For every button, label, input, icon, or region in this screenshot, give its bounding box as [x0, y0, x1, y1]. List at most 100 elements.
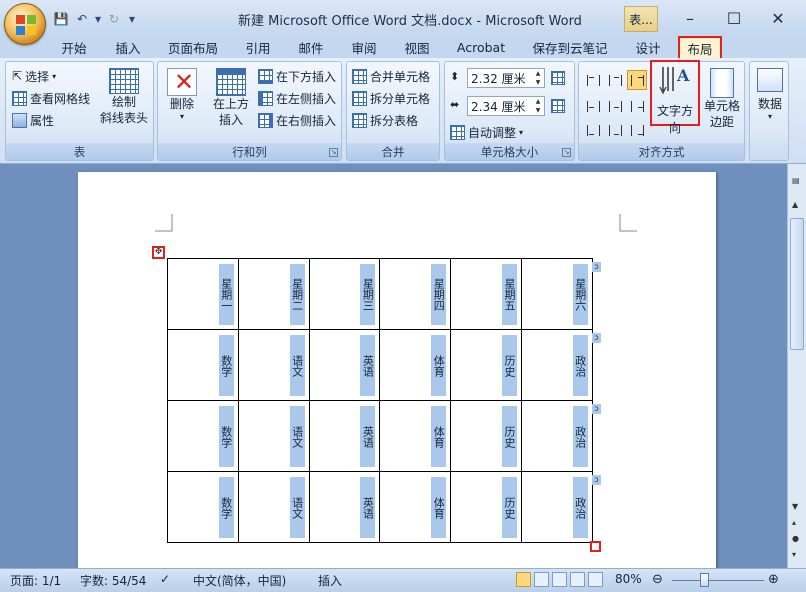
split-table-button[interactable]: 拆分表格 [352, 110, 418, 130]
table-cell[interactable]: 体育 [379, 400, 452, 472]
zoom-in-icon[interactable]: ⊕ [768, 572, 779, 587]
tab-save-to-cloud[interactable]: 保存到云笔记 [528, 37, 612, 58]
web-layout-view-icon[interactable] [552, 572, 567, 587]
insert-above-button[interactable]: 在上方 插入 [210, 68, 252, 128]
insert-right-button[interactable]: 在右侧插入 [258, 110, 336, 130]
zoom-slider-thumb[interactable] [700, 573, 709, 587]
draft-view-icon[interactable] [588, 572, 603, 587]
full-screen-reading-view-icon[interactable] [534, 572, 549, 587]
tab-review[interactable]: 审阅 [342, 37, 386, 58]
scroll-up-arrow-icon[interactable]: ▲ [792, 200, 798, 209]
office-button[interactable] [4, 3, 46, 45]
table-cell[interactable]: 历史 [450, 400, 522, 472]
zoom-level[interactable]: 80% [615, 572, 642, 586]
align-top-right-icon[interactable] [627, 70, 647, 90]
table-cell[interactable]: 星期二 [237, 258, 310, 330]
tab-layout[interactable]: 布局 [678, 36, 722, 58]
maximize-button[interactable]: ☐ [712, 6, 756, 30]
tab-home[interactable]: 开始 [52, 37, 96, 58]
view-gridlines-button[interactable]: 查看网格线 [12, 88, 90, 108]
table-cell[interactable]: 数学 [167, 400, 239, 472]
align-top-left-icon[interactable] [583, 70, 603, 90]
split-cells-button[interactable]: 拆分单元格 [352, 88, 430, 108]
autofit-button[interactable]: 自动调整 ▾ [450, 122, 523, 142]
dialog-launcher-icon[interactable]: ↘ [562, 148, 571, 157]
save-icon[interactable]: 💾 [52, 10, 70, 28]
distribute-columns-icon[interactable] [551, 99, 565, 113]
print-layout-view-icon[interactable] [516, 572, 531, 587]
tab-mailings[interactable]: 邮件 [289, 37, 333, 58]
table-cell[interactable]: 数学 [167, 471, 239, 543]
minimize-button[interactable]: – [668, 6, 712, 30]
align-bottom-left-icon[interactable] [583, 120, 603, 140]
align-middle-left-icon[interactable] [583, 96, 603, 116]
page[interactable]: ✥ 星期一 星期二 星期三 星期四 星期五 星期六 数学 语文 英语 体育 历史… [78, 172, 716, 568]
customize-qat-icon[interactable]: ▾ [126, 10, 138, 28]
row-height-input[interactable]: 2.32 厘米 ▲ ▼ [467, 68, 545, 88]
previous-page-icon[interactable]: ▴ [792, 518, 796, 527]
table-cell[interactable]: 历史 [450, 471, 522, 543]
text-direction-button[interactable]: A 文字方向 [650, 60, 700, 135]
page-count[interactable]: 页面: 1/1 [10, 572, 61, 589]
data-button[interactable]: 数据 ▾ [752, 68, 788, 121]
outline-view-icon[interactable] [570, 572, 585, 587]
table-cell[interactable]: 语文 [237, 400, 310, 472]
zoom-slider[interactable] [672, 580, 764, 581]
select-button[interactable]: ⇱ 选择 ▾ [12, 66, 56, 86]
table-cell[interactable]: 体育 [379, 329, 452, 401]
column-width-input[interactable]: 2.34 厘米 ▲ ▼ [467, 96, 545, 116]
tab-design[interactable]: 设计 [628, 37, 668, 58]
table-cell[interactable]: 星期四 [379, 258, 452, 330]
table-cell[interactable]: 历史 [450, 329, 522, 401]
close-button[interactable]: ✕ [756, 6, 800, 30]
table-cell[interactable]: 数学 [167, 329, 239, 401]
insert-mode-status[interactable]: 插入 [318, 572, 342, 589]
table-cell[interactable]: 星期三 [308, 258, 381, 330]
spin-arrows-icon[interactable]: ▲ ▼ [532, 69, 544, 87]
draw-diagonal-header-button[interactable]: 绘制 斜线表头 [98, 68, 150, 126]
delete-button[interactable]: ✕ 删除 ▾ [164, 68, 200, 121]
tab-insert[interactable]: 插入 [106, 37, 150, 58]
next-page-icon[interactable]: ▾ [792, 550, 796, 559]
undo-icon[interactable]: ↶ [73, 10, 91, 28]
align-bottom-center-icon[interactable] [605, 120, 625, 140]
table-move-handle-icon[interactable]: ✥ [152, 246, 165, 259]
table-cell[interactable]: 政治 [520, 400, 593, 472]
table-cell[interactable]: 语文 [237, 329, 310, 401]
insert-left-button[interactable]: 在左侧插入 [258, 88, 336, 108]
redo-icon[interactable]: ↻ [105, 10, 123, 28]
cell-margins-button[interactable]: 单元格 边距 [701, 68, 743, 130]
tab-acrobat[interactable]: Acrobat [451, 37, 511, 58]
table-cell[interactable]: 星期五 [450, 258, 522, 330]
scroll-down-arrow-icon[interactable]: ▼ [792, 502, 798, 511]
undo-dropdown-icon[interactable]: ▾ [94, 10, 102, 28]
align-top-center-icon[interactable] [605, 70, 625, 90]
table-cell[interactable]: 语文 [237, 471, 310, 543]
table-cell[interactable]: 英语 [308, 400, 381, 472]
distribute-rows-icon[interactable] [551, 71, 565, 85]
properties-button[interactable]: 属性 [12, 110, 54, 130]
insert-below-button[interactable]: 在下方插入 [258, 66, 336, 86]
merge-cells-button[interactable]: 合并单元格 [352, 66, 430, 86]
scroll-thumb[interactable] [790, 218, 804, 350]
table-cell[interactable]: 政治 [520, 471, 593, 543]
vertical-scrollbar[interactable]: ▤ ▲ ▼ ▴ ● ▾ [787, 164, 806, 568]
table-cell[interactable]: 星期六 [520, 258, 593, 330]
table-resize-handle-icon[interactable] [590, 541, 601, 552]
table-cell[interactable]: 英语 [308, 329, 381, 401]
proofing-icon[interactable]: ✓ [160, 572, 170, 586]
table-cell[interactable]: 星期一 [167, 258, 239, 330]
word-count[interactable]: 字数: 54/54 [80, 572, 146, 589]
align-middle-center-icon[interactable] [605, 96, 625, 116]
align-bottom-right-icon[interactable] [627, 120, 647, 140]
select-browse-object-icon[interactable]: ● [792, 534, 799, 543]
zoom-out-icon[interactable]: ⊖ [652, 572, 663, 587]
tab-page-layout[interactable]: 页面布局 [162, 37, 224, 58]
tab-references[interactable]: 引用 [236, 37, 280, 58]
tab-view[interactable]: 视图 [395, 37, 439, 58]
table-cell[interactable]: 英语 [308, 471, 381, 543]
align-middle-right-icon[interactable] [627, 96, 647, 116]
language-status[interactable]: 中文(简体，中国) [193, 572, 286, 589]
ruler-toggle-icon[interactable]: ▤ [792, 176, 800, 185]
table-cell[interactable]: 体育 [379, 471, 452, 543]
